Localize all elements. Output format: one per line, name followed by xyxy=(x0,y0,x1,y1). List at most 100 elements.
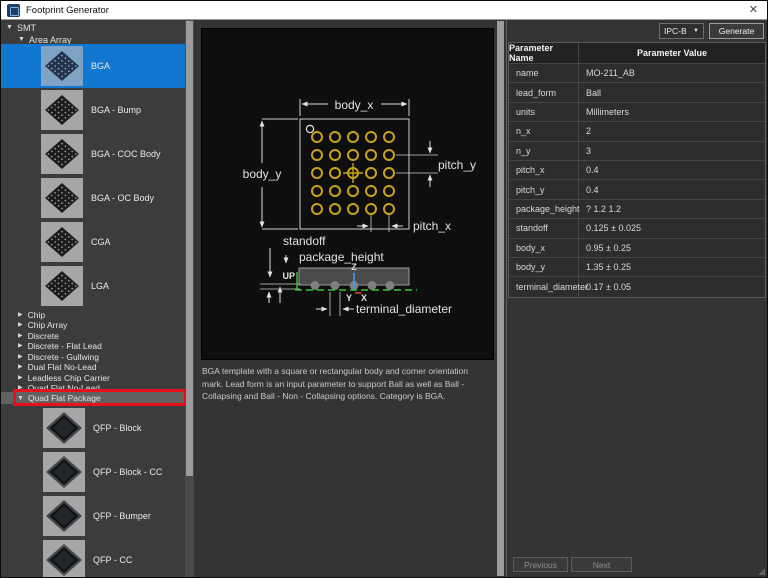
tree-item-label: QFP - Block xyxy=(93,423,142,433)
resize-grip[interactable] xyxy=(758,568,765,575)
table-row[interactable]: n_y 3 xyxy=(509,141,765,161)
param-name: name xyxy=(509,64,579,83)
param-name: n_y xyxy=(509,141,579,160)
tree-label: Discrete xyxy=(27,330,59,341)
param-value[interactable]: 0.4 xyxy=(579,161,765,179)
tree-label: Dual Flat No-Lead xyxy=(27,362,97,372)
dim-label-body-y: body_y xyxy=(243,167,282,181)
table-row[interactable]: pitch_y 0.4 xyxy=(509,180,765,200)
table-row[interactable]: n_x 2 xyxy=(509,122,765,142)
bga-template-diagram: body_x body_y pitch_y pitch_x standoff p… xyxy=(201,28,494,360)
tree-label: Leadless Chip Carrier xyxy=(27,372,110,383)
bga-bump-thumbnail xyxy=(41,90,83,130)
tree-label: Chip xyxy=(27,309,46,320)
tree-item-label: QFP - Block - CC xyxy=(93,467,163,477)
chevron-right-icon[interactable]: ▶ xyxy=(18,312,23,318)
param-name: terminal_diameter xyxy=(509,277,588,297)
chevron-right-icon[interactable]: ▶ xyxy=(18,364,23,370)
param-value[interactable]: Millimeters xyxy=(579,103,765,121)
chevron-right-icon[interactable]: ▶ xyxy=(18,322,23,328)
table-row[interactable]: terminal_diameter 0.17 ± 0.05 xyxy=(509,277,765,297)
column-header-parameter-value: Parameter Value xyxy=(636,48,708,58)
previous-button[interactable]: Previous xyxy=(513,557,568,572)
tree-node-discrete[interactable]: ▶ Discrete xyxy=(1,330,185,341)
dim-label-body-x: body_x xyxy=(335,98,374,112)
param-name: body_y xyxy=(509,257,579,277)
param-value[interactable]: 0.4 xyxy=(579,180,765,198)
tree-label-area-array: Area Array xyxy=(28,34,72,45)
tree-node-dual-flat-no-lead[interactable]: ▶ Dual Flat No-Lead xyxy=(1,362,185,373)
param-value[interactable]: 1.35 ± 0.25 xyxy=(579,258,765,276)
tree-node-chip-array[interactable]: ▶ Chip Array xyxy=(1,320,185,331)
ipc-density-dropdown[interactable]: IPC-B ▼ xyxy=(659,23,704,39)
dim-label-pitch-y: pitch_y xyxy=(438,158,476,172)
template-preview-panel: body_x body_y pitch_y pitch_x standoff p… xyxy=(194,20,506,577)
param-value[interactable]: Ball xyxy=(579,83,765,101)
tree-scrollbar-thumb[interactable] xyxy=(186,21,193,476)
param-value[interactable]: 0.95 ± 0.25 xyxy=(579,239,765,257)
tree-node-discrete-flat-lead[interactable]: ▶ Discrete - Flat Lead xyxy=(1,341,185,352)
tree-item-lga[interactable]: LGA xyxy=(1,264,185,308)
bga-oc-thumbnail xyxy=(41,178,83,218)
param-name: pitch_y xyxy=(509,180,579,199)
qfp-cc-thumbnail xyxy=(43,540,85,577)
param-name: pitch_x xyxy=(509,160,579,180)
tree-item-bga-oc-body[interactable]: BGA - OC Body xyxy=(1,176,185,220)
dim-label-package-height: package_height xyxy=(299,250,384,264)
chevron-right-icon[interactable]: ▶ xyxy=(18,354,23,360)
param-value[interactable]: 0.17 ± 0.05 xyxy=(579,277,765,296)
preview-scrollbar[interactable] xyxy=(497,21,504,576)
tree-item-bga-coc-body[interactable]: BGA - COC Body xyxy=(1,132,185,176)
tree-item-cga[interactable]: CGA xyxy=(1,220,185,264)
next-button[interactable]: Next xyxy=(571,557,632,572)
tree-item-label: QFP - CC xyxy=(93,555,133,565)
param-value[interactable]: 2 xyxy=(579,122,765,140)
table-row[interactable]: lead_form Ball xyxy=(509,83,765,103)
chevron-down-icon[interactable]: ▼ xyxy=(18,36,25,43)
tree-label: Discrete - Flat Lead xyxy=(27,341,102,351)
close-icon[interactable]: ✕ xyxy=(749,4,758,16)
tree-node-leadless-chip-carrier[interactable]: ▶ Leadless Chip Carrier xyxy=(1,372,185,383)
qfp-bumper-thumbnail xyxy=(43,496,85,536)
wizard-footer: Previous Next xyxy=(513,557,632,572)
chevron-right-icon[interactable]: ▶ xyxy=(18,375,23,381)
tree-node-smt[interactable]: ▼ SMT xyxy=(1,22,185,33)
tree-item-label: QFP - Bumper xyxy=(93,511,151,521)
param-value[interactable]: 3 xyxy=(579,142,765,160)
dim-label-pitch-x: pitch_x xyxy=(413,219,451,233)
tree-item-bga-bump[interactable]: BGA - Bump xyxy=(1,88,185,132)
table-row[interactable]: name MO-211_AB xyxy=(509,64,765,84)
param-value[interactable]: 0.125 ± 0.025 xyxy=(579,219,765,237)
tree-item-qfp-bumper[interactable]: QFP - Bumper xyxy=(1,494,185,538)
table-row[interactable]: body_x 0.95 ± 0.25 xyxy=(509,238,765,258)
param-value[interactable]: ? 1.2 1.2 xyxy=(579,200,765,218)
generate-button[interactable]: Generate xyxy=(709,23,764,39)
tree-node-discrete-gullwing[interactable]: ▶ Discrete - Gullwing xyxy=(1,351,185,362)
tree-item-qfp-block[interactable]: QFP - Block xyxy=(1,406,185,450)
table-row[interactable]: standoff 0.125 ± 0.025 xyxy=(509,219,765,239)
table-row[interactable]: package_height ? 1.2 1.2 xyxy=(509,199,765,220)
tree-node-chip[interactable]: ▶ Chip xyxy=(1,309,185,320)
package-tree: ▼ SMT ▼ Area Array BGA BGA - Bump BGA - … xyxy=(1,20,185,577)
chevron-down-icon[interactable]: ▼ xyxy=(17,395,24,402)
orientation-mark xyxy=(305,124,315,134)
tree-node-quad-flat-package[interactable]: ▼ Quad Flat Package xyxy=(1,392,185,404)
param-value[interactable]: MO-211_AB xyxy=(579,64,765,82)
tree-item-bga[interactable]: BGA xyxy=(1,44,185,88)
chevron-down-icon[interactable]: ▼ xyxy=(6,24,13,31)
table-row[interactable]: units Millimeters xyxy=(509,102,765,123)
tree-scrollbar[interactable] xyxy=(185,20,194,577)
dim-label-standoff: standoff xyxy=(283,234,326,248)
tree-label-smt: SMT xyxy=(16,22,36,33)
table-row[interactable]: pitch_x 0.4 xyxy=(509,160,765,181)
chevron-right-icon[interactable]: ▶ xyxy=(18,343,23,349)
chevron-right-icon[interactable]: ▶ xyxy=(18,385,23,391)
tree-item-qfp-block-cc[interactable]: QFP - Block - CC xyxy=(1,450,185,494)
parameters-panel: IPC-B ▼ Generate Parameter Name Paramete… xyxy=(506,20,767,577)
chevron-right-icon[interactable]: ▶ xyxy=(18,333,23,339)
generator-toolbar: IPC-B ▼ Generate xyxy=(507,20,767,42)
table-row[interactable]: body_y 1.35 ± 0.25 xyxy=(509,257,765,278)
title-bar[interactable]: Footprint Generator ✕ xyxy=(1,1,767,20)
chevron-down-icon: ▼ xyxy=(693,28,699,34)
tree-item-qfp-cc[interactable]: QFP - CC xyxy=(1,538,185,577)
